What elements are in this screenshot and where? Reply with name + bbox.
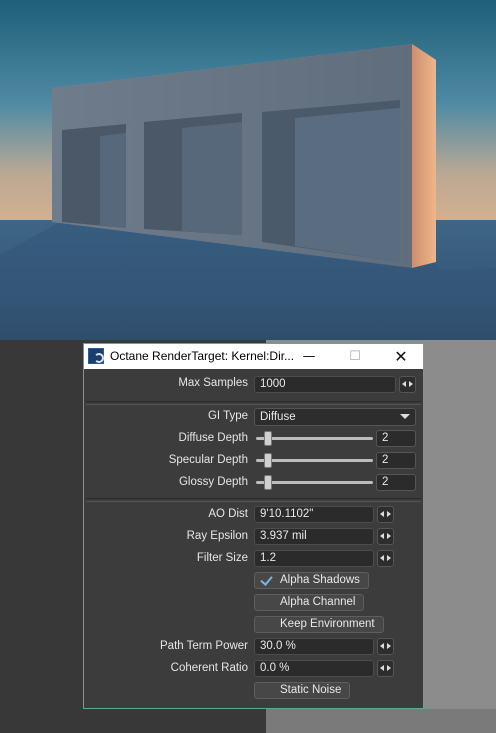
- ao-dist-input[interactable]: 9'10.1102": [254, 506, 374, 523]
- title-bar[interactable]: Octane RenderTarget: Kernel:Dir... — ☐ ✕: [84, 344, 423, 369]
- filter-size-label-wrap: Filter Size: [84, 552, 248, 569]
- keep-environment-toggle[interactable]: Keep Environment: [254, 616, 384, 633]
- coherent-ratio-stepper-icon[interactable]: [377, 660, 394, 677]
- ao-dist-label: AO Dist: [208, 508, 248, 520]
- divider: [86, 498, 421, 502]
- ray-epsilon-input[interactable]: 3.937 mil: [254, 528, 374, 545]
- slider-thumb[interactable]: [264, 475, 272, 490]
- slider-track: [256, 459, 373, 462]
- slider-thumb[interactable]: [264, 453, 272, 468]
- ray-epsilon-label-wrap: Ray Epsilon: [84, 530, 248, 547]
- ray-epsilon-stepper-icon[interactable]: [377, 528, 394, 545]
- specular-depth-label-wrap: Specular Depth: [84, 454, 248, 471]
- path-term-power-stepper-icon[interactable]: [377, 638, 394, 655]
- slider-thumb[interactable]: [264, 431, 272, 446]
- filter-size-label: Filter Size: [196, 552, 248, 564]
- static-noise-toggle[interactable]: Static Noise: [254, 682, 351, 699]
- path-term-power-label: Path Term Power: [160, 640, 248, 652]
- coherent-ratio-label: Coherent Ratio: [170, 662, 248, 674]
- divider: [86, 401, 421, 405]
- ray-epsilon-label: Ray Epsilon: [186, 530, 248, 542]
- chevron-down-icon: [400, 414, 410, 419]
- coherent-ratio-input[interactable]: 0.0 %: [254, 660, 374, 677]
- diffuse-depth-input[interactable]: 2: [376, 430, 416, 447]
- diffuse-depth-slider[interactable]: [256, 430, 373, 447]
- maximize-button[interactable]: ☐: [332, 344, 378, 369]
- gi-type-select[interactable]: Diffuse: [254, 408, 416, 426]
- max-samples-label-wrap: Max Samples: [84, 377, 248, 394]
- max-samples-stepper-icon[interactable]: [399, 376, 416, 393]
- specular-depth-label: Specular Depth: [168, 454, 248, 466]
- max-samples-label: Max Samples: [178, 377, 248, 389]
- specular-depth-slider[interactable]: [256, 452, 373, 469]
- octane-app-icon: [88, 348, 104, 364]
- ao-dist-label-wrap: AO Dist: [84, 508, 248, 525]
- gi-type-value: Diffuse: [260, 411, 296, 423]
- glossy-depth-slider[interactable]: [256, 474, 373, 491]
- filter-size-stepper-icon[interactable]: [377, 550, 394, 567]
- slider-track: [256, 481, 373, 484]
- coherent-ratio-label-wrap: Coherent Ratio: [84, 662, 248, 679]
- alpha-shadows-label: Alpha Shadows: [280, 574, 360, 586]
- minimize-button[interactable]: —: [286, 344, 332, 369]
- path-term-power-input[interactable]: 30.0 %: [254, 638, 374, 655]
- render-image: [0, 0, 496, 340]
- diffuse-depth-label-wrap: Diffuse Depth: [84, 432, 248, 449]
- checkmark-icon: [260, 574, 274, 587]
- glossy-depth-label-wrap: Glossy Depth: [84, 476, 248, 493]
- close-button[interactable]: ✕: [378, 344, 424, 369]
- gi-type-label: GI Type: [207, 410, 248, 422]
- static-noise-label: Static Noise: [280, 684, 342, 696]
- max-samples-input[interactable]: 1000: [254, 376, 396, 393]
- filter-size-input[interactable]: 1.2: [254, 550, 374, 567]
- alpha-channel-label: Alpha Channel: [280, 596, 356, 608]
- gi-type-label-wrap: GI Type: [84, 410, 248, 427]
- ao-dist-stepper-icon[interactable]: [377, 506, 394, 523]
- path-term-power-label-wrap: Path Term Power: [84, 640, 248, 657]
- diffuse-depth-label: Diffuse Depth: [178, 432, 248, 444]
- slider-track: [256, 437, 373, 440]
- specular-depth-input[interactable]: 2: [376, 452, 416, 469]
- render-viewport: [0, 0, 496, 340]
- keep-environment-label: Keep Environment: [280, 618, 375, 630]
- glossy-depth-label: Glossy Depth: [178, 476, 248, 488]
- alpha-shadows-toggle[interactable]: Alpha Shadows: [254, 572, 369, 589]
- render-target-window: Octane RenderTarget: Kernel:Dir... — ☐ ✕…: [83, 343, 424, 709]
- window-title: Octane RenderTarget: Kernel:Dir...: [110, 349, 295, 363]
- background-panel-right-lower: [266, 709, 496, 733]
- glossy-depth-input[interactable]: 2: [376, 474, 416, 491]
- alpha-channel-toggle[interactable]: Alpha Channel: [254, 594, 365, 611]
